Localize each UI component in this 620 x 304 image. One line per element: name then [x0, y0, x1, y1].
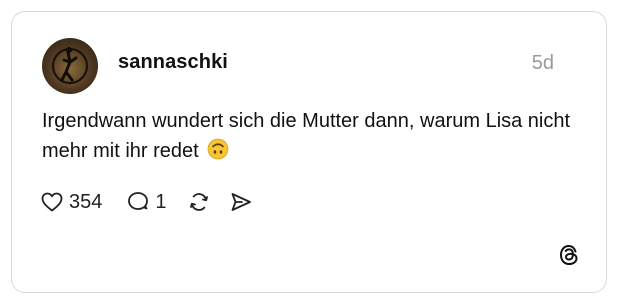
avatar[interactable]	[42, 38, 98, 94]
post-card[interactable]: sannaschki 5d Irgendwann wundert sich di…	[11, 11, 607, 293]
share-icon	[229, 190, 253, 214]
avatar-image	[51, 47, 89, 85]
action-bar: 354 1	[40, 188, 253, 216]
reply-button[interactable]: 1	[126, 190, 167, 214]
like-button[interactable]: 354	[40, 190, 102, 214]
repost-button[interactable]	[187, 190, 211, 214]
repost-icon	[187, 190, 211, 214]
username[interactable]: sannaschki	[118, 51, 228, 74]
threads-logo-icon	[556, 242, 582, 268]
heart-icon	[40, 190, 64, 214]
upside-down-face-emoji	[207, 138, 229, 169]
comment-icon	[126, 190, 150, 214]
post-text-content: Irgendwann wundert sich die Mutter dann,…	[42, 110, 571, 162]
reply-count: 1	[155, 190, 167, 213]
post-text: Irgendwann wundert sich die Mutter dann,…	[42, 106, 572, 169]
like-count: 354	[69, 190, 103, 213]
post-timestamp: 5d	[531, 52, 554, 74]
share-button[interactable]	[229, 190, 253, 214]
